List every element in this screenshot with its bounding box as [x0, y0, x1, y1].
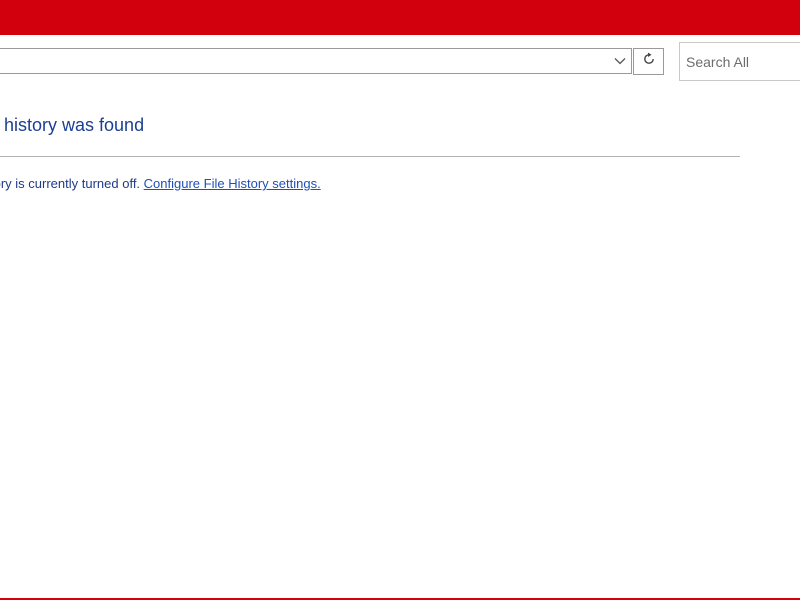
search-input[interactable] — [679, 42, 800, 81]
divider — [0, 156, 740, 157]
status-message: tory is currently turned off. Configure … — [0, 176, 321, 191]
title-bar — [0, 0, 800, 35]
page-title: e history was found — [0, 115, 145, 135]
chevron-down-icon[interactable] — [609, 49, 631, 73]
address-bar[interactable] — [0, 48, 632, 74]
status-message-text: tory is currently turned off. — [0, 176, 144, 191]
refresh-icon — [642, 52, 656, 71]
refresh-button[interactable] — [633, 48, 664, 75]
configure-file-history-link[interactable]: Configure File History settings. — [144, 176, 321, 191]
